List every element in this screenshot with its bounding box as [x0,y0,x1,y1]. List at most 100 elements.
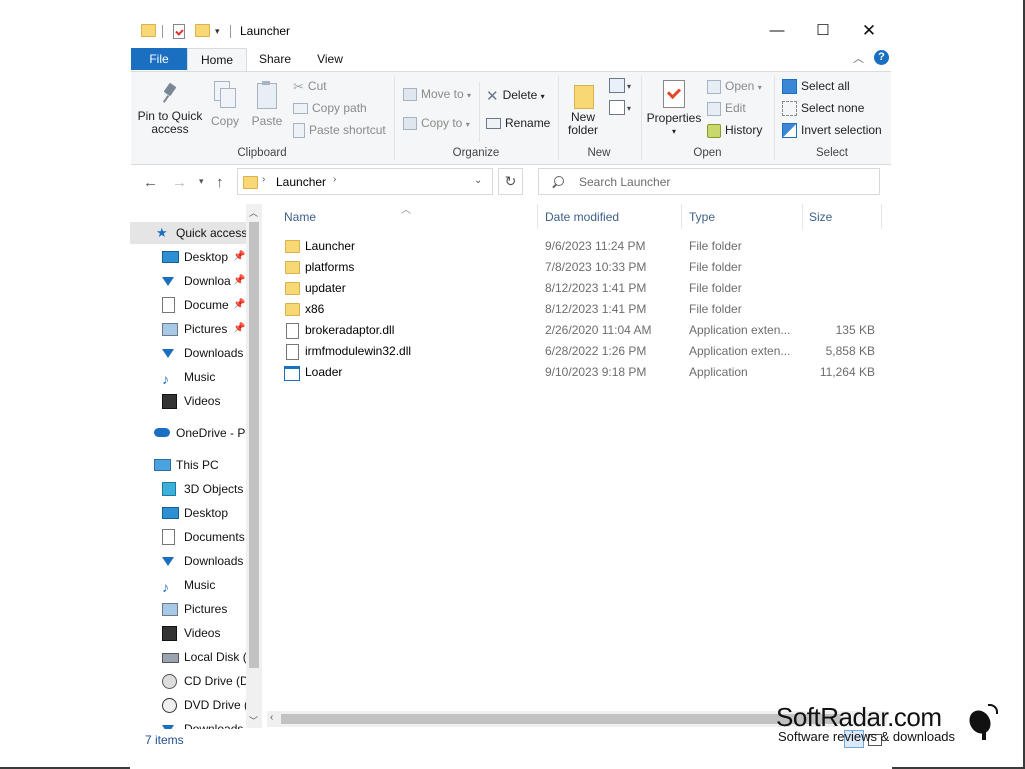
collapse-ribbon-icon[interactable]: ︿ [853,50,864,66]
file-type: File folder [689,281,742,295]
move-to-button[interactable]: Move to ▾ [403,87,471,102]
column-header-name[interactable]: Name [284,210,316,224]
copy-to-button[interactable]: Copy to ▾ [403,116,470,131]
tab-file[interactable]: File [131,48,187,70]
navigation-scrollbar[interactable]: ︿ ﹀ [246,204,262,728]
nav-pc-item[interactable]: Downloads [130,718,246,729]
back-button[interactable]: ← [143,174,158,191]
file-date: 6/28/2022 1:26 PM [545,344,647,358]
column-divider[interactable] [537,204,538,229]
column-header-type[interactable]: Type [689,210,715,224]
nav-pc-item[interactable]: DVD Drive (I [130,694,246,716]
nav-pc-item[interactable]: ♪ Music [130,574,246,596]
pin-icon: 📌 [233,299,246,310]
nav-quick-item[interactable]: ♪ Music [130,366,246,388]
breadcrumb-chevron-icon: › [262,174,266,185]
file-row[interactable]: platforms 7/8/2023 10:33 PM File folder [280,257,880,278]
new-folder-button[interactable]: New folder [563,81,603,137]
edit-button[interactable]: Edit [707,101,746,116]
navigation-scroll-thumb[interactable] [249,222,259,668]
properties-dropdown-icon[interactable]: ▾ [644,125,704,138]
nav-quick-item[interactable]: Desktop 📌 [130,246,246,268]
nav-pc-item[interactable]: Pictures [130,598,246,620]
forward-button[interactable]: → [172,174,187,191]
nav-quick-item[interactable]: Videos [130,390,246,412]
document-icon [162,297,175,313]
copy-button[interactable]: Copy [205,81,245,128]
search-box[interactable]: Search Launcher [538,168,880,195]
invert-selection-button[interactable]: Invert selection [782,123,882,139]
select-all-button[interactable]: Select all [782,79,850,95]
breadcrumb-path[interactable]: Launcher [276,175,326,189]
file-row[interactable]: Loader 9/10/2023 9:18 PM Application 11,264… [280,362,880,383]
dll-file-icon [286,323,299,339]
new-folder-qat-icon[interactable] [195,24,210,37]
file-row[interactable]: updater 8/12/2023 1:41 PM File folder [280,278,880,299]
new-item-dropdown-icon[interactable]: ▾ [627,82,631,91]
column-divider[interactable] [881,204,882,229]
file-row[interactable]: x86 8/12/2023 1:41 PM File folder [280,299,880,320]
easy-access-dropdown-icon[interactable]: ▾ [627,104,631,113]
minimize-button[interactable]: — [754,20,800,42]
scroll-down-icon[interactable]: ﹀ [249,714,258,727]
tab-view[interactable]: View [306,48,354,70]
horizontal-scroll-thumb[interactable] [281,714,841,724]
nav-this-pc[interactable]: This PC [130,454,246,476]
folder-icon [243,176,258,189]
paste-button[interactable]: Paste [247,81,287,128]
file-row[interactable]: brokeradaptor.dll 2/26/2020 11:04 AM Appli… [280,320,880,341]
rename-button[interactable]: Rename [486,116,550,130]
group-label-select: Select [816,147,848,159]
properties-button[interactable]: Properties ▾ [644,80,704,138]
pin-to-quick-access-button[interactable]: Pin to Quick access [137,82,203,136]
nav-onedrive[interactable]: OneDrive - Pe [130,422,246,444]
nav-pc-item[interactable]: Videos [130,622,246,644]
nav-pc-item[interactable]: 3D Objects [130,478,246,500]
up-button[interactable]: ↑ [216,174,224,191]
recent-locations-button[interactable]: ▾ [199,176,204,187]
column-header-date[interactable]: Date modified [545,210,619,224]
open-button[interactable]: Open ▾ [707,79,762,94]
nav-pc-item[interactable]: Downloads [130,550,246,572]
qat-customize-icon[interactable]: ▾ [215,26,220,37]
select-none-button[interactable]: Select none [782,101,864,117]
tab-share[interactable]: Share [250,48,300,70]
delete-button[interactable]: ✕ Delete ▾ [486,87,545,105]
paste-shortcut-button[interactable]: Paste shortcut [293,123,386,139]
nav-quick-item[interactable]: Pictures 📌 [130,318,246,340]
column-divider[interactable] [681,204,682,229]
easy-access-icon[interactable] [609,100,625,115]
history-button[interactable]: History [707,123,762,138]
copy-icon [214,81,236,109]
nav-pc-item[interactable]: Local Disk ( [130,646,246,668]
file-row[interactable]: Launcher 9/6/2023 11:24 PM File folder [280,236,880,257]
column-divider[interactable] [802,204,803,229]
column-header-size[interactable]: Size [809,210,832,224]
select-all-label: Select all [801,79,850,93]
maximize-button[interactable]: ☐ [800,20,846,42]
scroll-left-icon[interactable]: ‹ [270,712,273,723]
properties-qat-icon[interactable] [173,24,185,39]
nav-pc-item[interactable]: Desktop [130,502,246,524]
music-icon: ♪ [162,579,169,595]
address-bar[interactable]: › Launcher › ⌄ [237,168,493,195]
nav-quick-item[interactable]: Downloa 📌 [130,270,246,292]
copy-to-label: Copy to [421,116,463,130]
nav-quick-item[interactable]: Docume 📌 [130,294,246,316]
cut-button[interactable]: ✂ Cut [293,79,327,95]
new-item-icon[interactable] [609,78,625,93]
breadcrumb-chevron-icon[interactable]: › [333,174,336,185]
close-button[interactable]: ✕ [846,20,892,42]
tab-home[interactable]: Home [187,48,247,72]
file-row[interactable]: irmfmodulewin32.dll 6/28/2022 1:26 PM Appl… [280,341,880,362]
address-history-chevron-icon[interactable]: ⌄ [474,175,482,186]
copy-path-button[interactable]: Copy path [293,101,367,115]
help-icon[interactable]: ? [874,50,889,65]
nav-pc-item[interactable]: CD Drive (D [130,670,246,692]
nav-quick-access[interactable]: ★ Quick access [130,222,246,244]
nav-pc-item[interactable]: Documents [130,526,246,548]
nav-quick-item[interactable]: Downloads [130,342,246,364]
history-label: History [725,123,763,137]
refresh-button[interactable]: ↻ [498,168,523,195]
scroll-up-icon[interactable]: ︿ [249,206,258,219]
